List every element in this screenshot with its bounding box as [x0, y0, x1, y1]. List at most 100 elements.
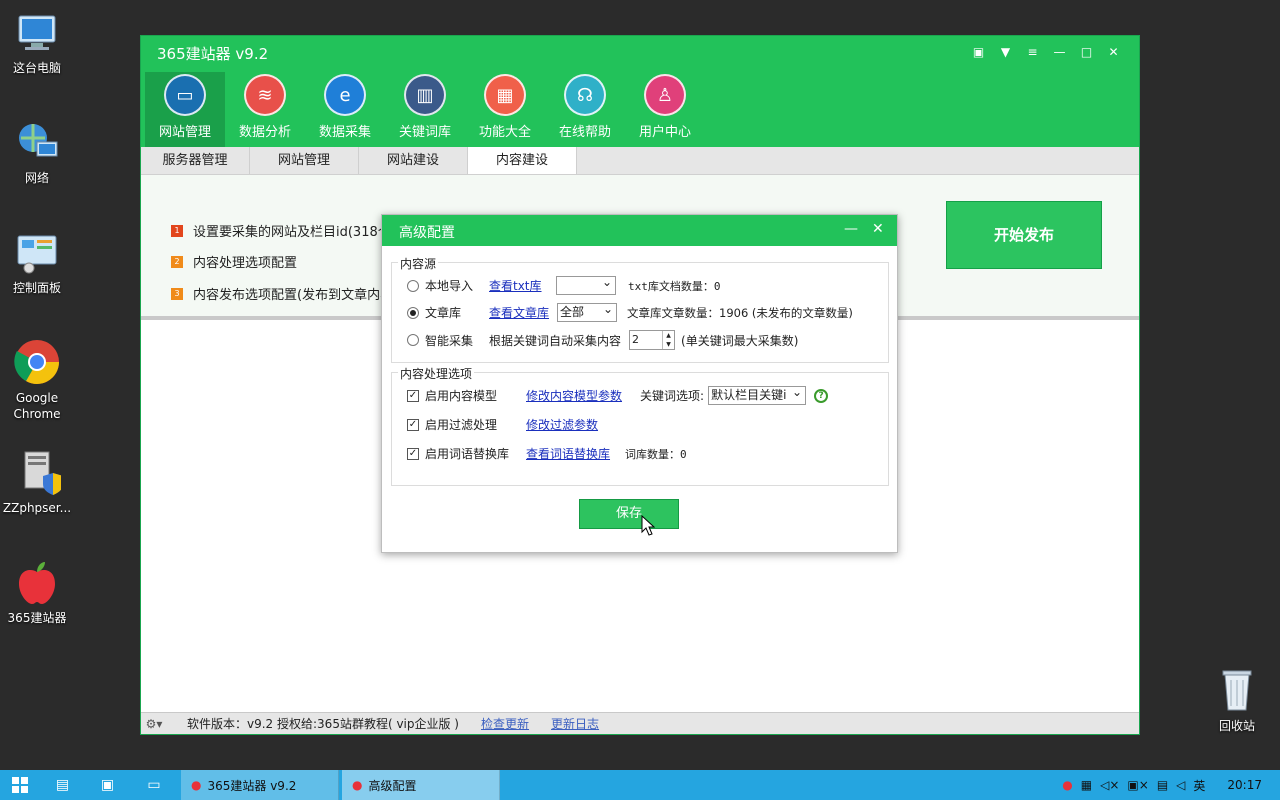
taskbar-task-dialog[interactable]: ● 高级配置 [342, 770, 500, 800]
monitor-icon: ▭ [164, 74, 206, 116]
config-row-label: 内容发布选项配置(发布到文章内容) [193, 288, 399, 303]
nav-data-analysis[interactable]: ≋ 数据分析 [225, 72, 305, 147]
volume-icon[interactable]: ◁ [1176, 778, 1185, 792]
start-publish-button[interactable]: 开始发布 [946, 201, 1102, 269]
taskbar-task-app[interactable]: ● 365建站器 v9.2 [181, 770, 339, 800]
system-tray: ● ▦ ◁× ▣× ▤ ◁ 英 20:17 [1062, 770, 1280, 800]
smart-collect-label: 智能采集 [425, 333, 474, 348]
local-import-row: 本地导入 查看txt库 txt库文档数量：0 [407, 274, 721, 295]
network-tray-icon[interactable]: ▦ [1081, 778, 1092, 792]
article-filter-select[interactable]: 全部 [557, 301, 617, 322]
keyword-option-select[interactable]: 默认栏目关键i [708, 386, 807, 405]
computer-icon [13, 8, 61, 56]
maximize-icon[interactable]: □ [1073, 41, 1100, 63]
article-library-label: 文章库 [425, 306, 462, 320]
desktop-icon-this-pc[interactable]: 这台电脑 [0, 8, 74, 76]
config-row-3: 3 内容发布选项配置(发布到文章内容) [171, 284, 398, 303]
dialog-close-icon[interactable]: ✕ [872, 217, 884, 241]
desktop-icon-label: ZZphpser... [2, 501, 72, 515]
group-title: 内容处理选项 [398, 365, 475, 382]
filter-label: 启用过滤处理 [425, 418, 498, 432]
skin-icon[interactable]: ▼ [992, 41, 1019, 63]
chrome-icon [13, 338, 61, 386]
view-replace-link[interactable]: 查看词语替换库 [526, 445, 610, 462]
view-txt-link[interactable]: 查看txt库 [489, 277, 556, 294]
max-collect-stepper[interactable]: 2 ▲ ▼ [629, 330, 676, 350]
edit-filter-link[interactable]: 修改过滤参数 [526, 416, 598, 433]
tab-site-building[interactable]: 网站建设 [359, 147, 468, 174]
filter-checkbox[interactable]: ✓ [407, 418, 419, 431]
txt-select[interactable] [556, 274, 616, 295]
version-text: 软件版本：v9.2 授权给:365站群教程( vip企业版 ) [187, 717, 459, 731]
desktop-icon-365[interactable]: 365建站器 [0, 558, 74, 626]
desktop-icon-label: 这台电脑 [12, 61, 61, 75]
desktop-icon-zzphpserver[interactable]: ZZphpser... [0, 448, 74, 516]
server-shield-icon [13, 448, 63, 496]
window-controls: ▣ ▼ ≡ — □ ✕ [965, 41, 1127, 63]
nav-data-collection[interactable]: e 数据采集 [305, 72, 385, 147]
check-update-link[interactable]: 检查更新 [481, 715, 529, 732]
dialog-minimize-icon[interactable]: — [844, 217, 858, 241]
stepper-value: 2 [632, 333, 640, 346]
edit-model-link[interactable]: 修改内容模型参数 [526, 387, 622, 404]
desktop-icon-chrome[interactable]: Google Chrome [0, 338, 74, 422]
dialog-title: 高级配置 [399, 225, 455, 241]
changelog-link[interactable]: 更新日志 [551, 715, 599, 732]
view-article-link[interactable]: 查看文章库 [489, 304, 557, 321]
settings-gear-icon[interactable]: ⚙▾ [141, 717, 167, 731]
powershell-icon[interactable]: ▣ [85, 770, 130, 800]
nav-keyword-library[interactable]: ▥ 关键词库 [385, 72, 465, 147]
apple-icon [13, 558, 61, 606]
apple-tray-icon[interactable]: ● [1062, 778, 1072, 792]
help-icon[interactable]: ? [814, 388, 829, 403]
article-count: 文章库文章数量：1906 (未发布的文章数量) [627, 305, 853, 320]
content-model-label: 启用内容模型 [425, 389, 498, 403]
taskbar: ▤ ▣ ▭ ● 365建站器 v9.2 ● 高级配置 ● ▦ ◁× ▣× ▤ ◁… [0, 770, 1280, 800]
chat-icon[interactable]: ▣ [965, 41, 992, 63]
replace-checkbox[interactable]: ✓ [407, 447, 419, 460]
sub-tabs: 服务器管理 网站管理 网站建设 内容建设 [141, 147, 1139, 175]
tab-content-building[interactable]: 内容建设 [468, 147, 577, 174]
nav-label: 用户中心 [638, 125, 691, 140]
save-button[interactable]: 保存 [579, 499, 679, 529]
config-row-1: 1 设置要采集的网站及栏目id(318个) [171, 221, 396, 240]
database-icon: ≋ [244, 74, 286, 116]
apple-icon: ● [191, 778, 202, 792]
article-library-row: 文章库 查看文章库 全部 文章库文章数量：1906 (未发布的文章数量) [407, 301, 853, 322]
article-library-radio[interactable] [407, 306, 419, 319]
start-button[interactable] [0, 770, 40, 800]
nav-user-center[interactable]: ♙ 用户中心 [625, 72, 705, 147]
server-manager-icon[interactable]: ▤ [40, 770, 85, 800]
step-badge: 2 [171, 255, 183, 268]
local-import-radio[interactable] [407, 279, 419, 292]
smart-collect-radio[interactable] [407, 334, 419, 346]
nav-online-help[interactable]: ☊ 在线帮助 [545, 72, 625, 147]
nav-label: 在线帮助 [558, 125, 611, 140]
tab-site-management[interactable]: 网站管理 [250, 147, 359, 174]
menu-icon[interactable]: ≡ [1019, 41, 1046, 63]
nav-label: 数据采集 [318, 125, 371, 140]
clock[interactable]: 20:17 [1227, 778, 1262, 792]
tab-server-management[interactable]: 服务器管理 [141, 147, 250, 174]
desktop-icon-label: 网络 [24, 171, 49, 185]
desktop-icon-label: Google Chrome [13, 391, 61, 421]
network-status-icon[interactable]: ▤ [1157, 778, 1168, 792]
ime-indicator[interactable]: 英 [1193, 777, 1205, 794]
grid-icon: ▦ [484, 74, 526, 116]
desktop-icon-network[interactable]: 网络 [0, 118, 74, 186]
smart-collect-row: 智能采集 根据关键词自动采集内容 2 ▲ ▼ (单关键词最大采集数) [407, 330, 798, 350]
content-model-checkbox[interactable]: ✓ [407, 389, 419, 402]
minimize-icon[interactable]: — [1046, 41, 1073, 63]
user-icon: ♙ [644, 74, 686, 116]
close-icon[interactable]: ✕ [1100, 41, 1127, 63]
connection-blocked-icon[interactable]: ▣× [1127, 778, 1148, 792]
desktop-icon-control-panel[interactable]: 控制面板 [0, 228, 74, 296]
volume-muted-icon[interactable]: ◁× [1100, 778, 1119, 792]
recycle-bin-icon [1213, 666, 1261, 714]
desktop-icon-recycle-bin[interactable]: 回收站 [1200, 666, 1274, 734]
replace-row: ✓ 启用词语替换库 查看词语替换库 词库数量：0 [407, 445, 687, 462]
file-explorer-icon[interactable]: ▭ [130, 770, 178, 800]
stepper-arrows-icon[interactable]: ▲ ▼ [662, 331, 674, 349]
nav-features[interactable]: ▦ 功能大全 [465, 72, 545, 147]
nav-site-management[interactable]: ▭ 网站管理 [145, 72, 225, 147]
